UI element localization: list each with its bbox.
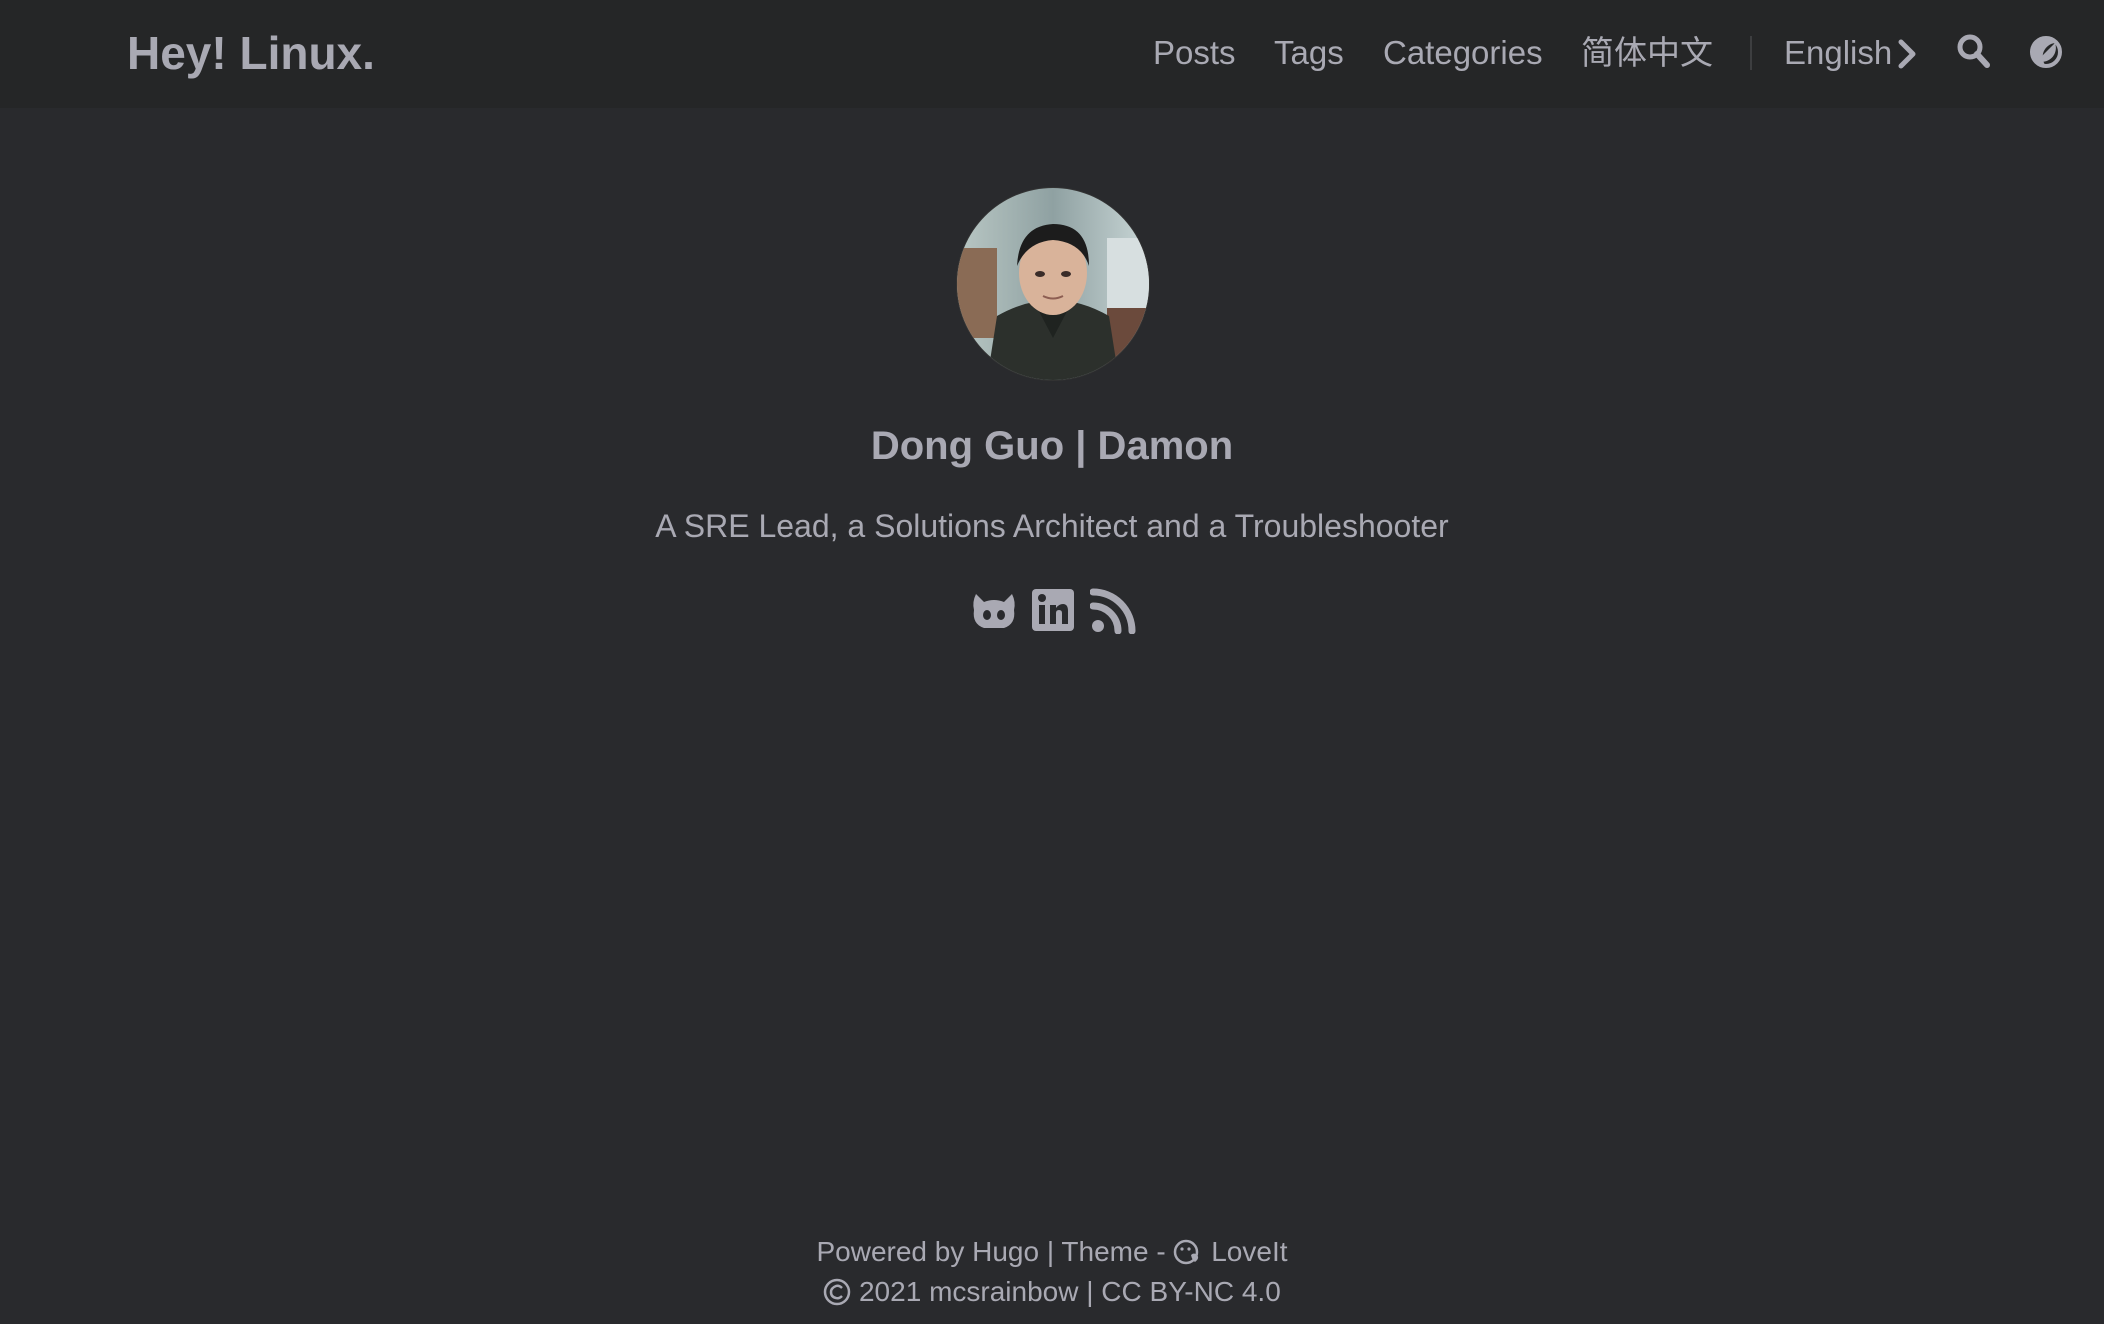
nav-tags[interactable]: Tags (1274, 30, 1344, 76)
author-photo (957, 188, 1149, 380)
language-label: English (1784, 34, 1893, 71)
language-switcher[interactable]: English (1784, 30, 1892, 76)
author-subtitle: A SRE Lead, a Solutions Architect and a … (655, 508, 1449, 544)
author-avatar (957, 188, 1149, 380)
nav-chinese[interactable]: 简体中文 (1581, 30, 1713, 76)
rss-icon[interactable] (1090, 588, 1136, 634)
footer-theme: Theme - (1061, 1236, 1166, 1267)
footer-separator-2: | (1086, 1276, 1094, 1307)
linkedin-icon[interactable] (1031, 588, 1075, 632)
owner-link[interactable]: mcsrainbow (929, 1276, 1078, 1307)
nav-posts[interactable]: Posts (1153, 30, 1236, 76)
hugo-link[interactable]: Hugo (972, 1236, 1039, 1267)
footer-copyright-line: 2021 mcsrainbow | CC BY-NC 4.0 (0, 1272, 2104, 1312)
loveit-icon (1174, 1239, 1199, 1265)
copyright-year: 2021 (858, 1276, 922, 1307)
footer-powered-by: Powered by (816, 1236, 965, 1267)
chevron-right-icon[interactable] (1896, 38, 1920, 70)
site-footer: Powered by Hugo | Theme - LoveIt 2021 mc… (0, 1232, 2104, 1312)
copyright-icon (823, 1278, 851, 1306)
loveit-link[interactable]: LoveIt (1211, 1236, 1287, 1267)
nav-categories[interactable]: Categories (1383, 30, 1543, 76)
license-link[interactable]: CC BY-NC 4.0 (1101, 1276, 1280, 1307)
site-header: Hey! Linux. Posts Tags Categories 简体中文 E… (0, 0, 2104, 108)
site-logo[interactable]: Hey! Linux. (127, 24, 375, 82)
author-name: Dong Guo | Damon (870, 424, 1234, 468)
search-icon[interactable] (1957, 34, 1991, 70)
theme-toggle-icon[interactable] (2029, 35, 2063, 69)
footer-powered-line: Powered by Hugo | Theme - LoveIt (0, 1232, 2104, 1272)
github-icon[interactable] (970, 588, 1018, 632)
footer-separator: | (1046, 1236, 1055, 1267)
nav-divider (1750, 36, 1752, 70)
